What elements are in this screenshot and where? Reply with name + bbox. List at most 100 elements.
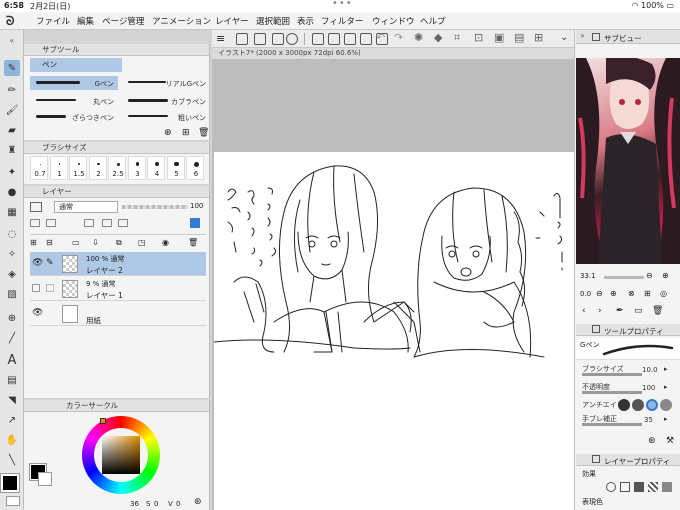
share-icon[interactable]	[272, 33, 284, 45]
subview-reference-image[interactable]	[576, 56, 680, 264]
line-tool-icon[interactable]: ╱	[4, 330, 20, 346]
hamburger-icon[interactable]: ≡	[216, 32, 225, 45]
deselect-icon[interactable]: ⊡	[474, 31, 483, 44]
hue-handle[interactable]	[100, 418, 106, 424]
menu-window[interactable]: ウィンドウ	[372, 15, 415, 27]
redo-icon[interactable]: ↷	[394, 31, 403, 44]
menu-selection[interactable]: 選択範囲	[256, 15, 290, 27]
duplicate-subtool-icon[interactable]: ⊞	[182, 128, 190, 138]
zoom-in-icon[interactable]: ⊕	[662, 271, 669, 280]
property-row-antialias[interactable]: アンチエイリ	[582, 398, 678, 412]
stepper-icon[interactable]: ▸	[664, 365, 668, 373]
layer-row[interactable]: 9 % 通常 レイヤー 1	[30, 277, 206, 301]
next-image-icon[interactable]: ›	[598, 306, 602, 316]
tool-settings-icon[interactable]: ⊛	[648, 436, 656, 446]
frame-tool-icon[interactable]: ▤	[4, 372, 20, 388]
sparkle-tool-icon[interactable]: ✦	[4, 164, 20, 180]
ruler-icon[interactable]: ⊞	[534, 31, 543, 44]
clip-icon[interactable]	[30, 219, 40, 227]
crop-icon[interactable]: ⌗	[454, 31, 460, 45]
select-all-icon[interactable]: ▤	[514, 31, 524, 44]
antialias-strong-icon[interactable]	[660, 399, 672, 411]
pencil-tool-icon[interactable]: ✏	[4, 82, 20, 98]
layer-settings-icon[interactable]: ◉	[162, 238, 169, 247]
main-color-swatch[interactable]	[0, 473, 20, 493]
copy-subtool-icon[interactable]: ⊕	[164, 128, 172, 138]
layer-row[interactable]: 👁︎ 用紙	[30, 302, 206, 326]
brush-item-round-pen[interactable]: 丸ペン	[30, 94, 118, 108]
brush-size-option[interactable]: 3	[127, 156, 146, 180]
reference-icon[interactable]	[46, 219, 56, 227]
eye-icon[interactable]: 👁︎	[32, 258, 43, 268]
pen-lock-icon[interactable]	[46, 284, 54, 292]
opacity-slider[interactable]	[122, 205, 188, 209]
wrench-icon[interactable]: ⚒	[666, 436, 674, 446]
effect-watercolor-icon[interactable]	[620, 482, 630, 492]
chevron-down-icon[interactable]: ⌄	[560, 32, 568, 43]
import-icon[interactable]	[360, 33, 372, 45]
menu-file[interactable]: ファイル	[36, 15, 70, 27]
zoom-tool-icon[interactable]: ⊕	[4, 310, 20, 326]
pen-tool-icon[interactable]: ✎	[4, 60, 20, 76]
undo-icon[interactable]: ↶	[376, 31, 385, 44]
stepper-icon[interactable]: ▸	[664, 415, 668, 423]
delete-layer-icon[interactable]: 🗑︎	[188, 238, 198, 247]
brush-size-option[interactable]: 4	[147, 156, 165, 180]
add-layer-icon[interactable]: ⊞	[30, 238, 37, 247]
invert-selection-icon[interactable]: ▣	[494, 31, 504, 44]
collapse-icon[interactable]: «	[4, 32, 20, 48]
brush-size-option[interactable]: 2	[88, 156, 107, 180]
brush-size-option[interactable]: 1	[49, 156, 68, 180]
rotate-left-icon[interactable]: ⊖	[596, 289, 603, 298]
gradient-tool-icon[interactable]: ▧	[4, 286, 20, 302]
effect-border-icon[interactable]	[606, 482, 616, 492]
add-folder-icon[interactable]: ▭	[72, 238, 80, 247]
subtool-group-tab[interactable]: ペン	[30, 58, 122, 72]
layer-type-icon[interactable]	[30, 202, 42, 212]
brush-size-option[interactable]: 0.7	[30, 156, 48, 180]
property-row-stabilization[interactable]: 手ブレ補正 35 ▸	[582, 414, 678, 428]
blend-mode-select[interactable]: 通常	[54, 201, 118, 213]
sv-square[interactable]	[102, 436, 140, 474]
menu-page[interactable]: ページ管理	[102, 15, 144, 27]
mask-icon[interactable]: ◳	[138, 238, 146, 247]
multitask-dots-icon[interactable]: •••	[332, 0, 353, 9]
eyedropper-icon[interactable]: ✒	[616, 306, 624, 316]
blend-tool-icon[interactable]: ●	[4, 184, 20, 200]
zoom-out-icon[interactable]: ⊖	[646, 271, 653, 280]
color-sub-swatch[interactable]	[38, 472, 52, 486]
antialias-none-icon[interactable]	[618, 399, 630, 411]
clear-icon[interactable]: ✺	[414, 31, 423, 44]
pen-lock-icon[interactable]: ✎	[46, 258, 54, 268]
document-tab[interactable]: イラスト7* (2000 x 3000px 72dpi 60.6%)	[212, 48, 574, 59]
layer-color-icon[interactable]	[190, 218, 200, 228]
property-row-opacity[interactable]: 不透明度 100 ▸	[582, 382, 678, 396]
text-tool-icon[interactable]: A	[4, 352, 20, 368]
folder-icon[interactable]	[312, 33, 324, 45]
brush-item-g-pen[interactable]: Gペン	[30, 76, 118, 90]
property-row-brush-size[interactable]: ブラシサイズ 10.0 ▸	[582, 364, 678, 378]
delete-subtool-icon[interactable]: 🗑︎	[198, 128, 209, 138]
prev-image-icon[interactable]: ‹	[582, 306, 586, 316]
brush-item-real-g-pen[interactable]: リアルGペン	[122, 76, 210, 90]
color-settings-icon[interactable]: ⊛	[194, 497, 202, 507]
brush-size-option[interactable]: 6	[186, 156, 204, 180]
fill-icon[interactable]: ◆	[434, 31, 442, 44]
layer-row[interactable]: 👁︎ ✎ 100 % 通常 レイヤー 2	[30, 252, 206, 276]
effect-layer-color-icon[interactable]	[662, 482, 672, 492]
stepper-icon[interactable]: ▸	[664, 383, 668, 391]
decoration-tool-icon[interactable]: ♜	[4, 142, 20, 158]
lock-alpha-icon[interactable]	[118, 219, 128, 227]
antialias-mid-icon[interactable]	[646, 399, 658, 411]
eraser-tool-icon[interactable]: ▰	[4, 122, 20, 138]
app-logo-icon[interactable]: ᘐ	[6, 14, 14, 29]
menu-animation[interactable]: アニメーション	[152, 15, 211, 27]
move-tool-icon[interactable]: ↗	[4, 412, 20, 428]
antialias-weak-icon[interactable]	[632, 399, 644, 411]
canvas-paper[interactable]	[213, 152, 574, 510]
effect-tone-icon[interactable]	[634, 482, 644, 492]
sub-color-swatch[interactable]	[6, 496, 20, 506]
menu-filter[interactable]: フィルター	[321, 15, 363, 27]
open-image-icon[interactable]: ▭	[634, 306, 643, 316]
operation-tool-icon[interactable]: ◥	[4, 392, 20, 408]
